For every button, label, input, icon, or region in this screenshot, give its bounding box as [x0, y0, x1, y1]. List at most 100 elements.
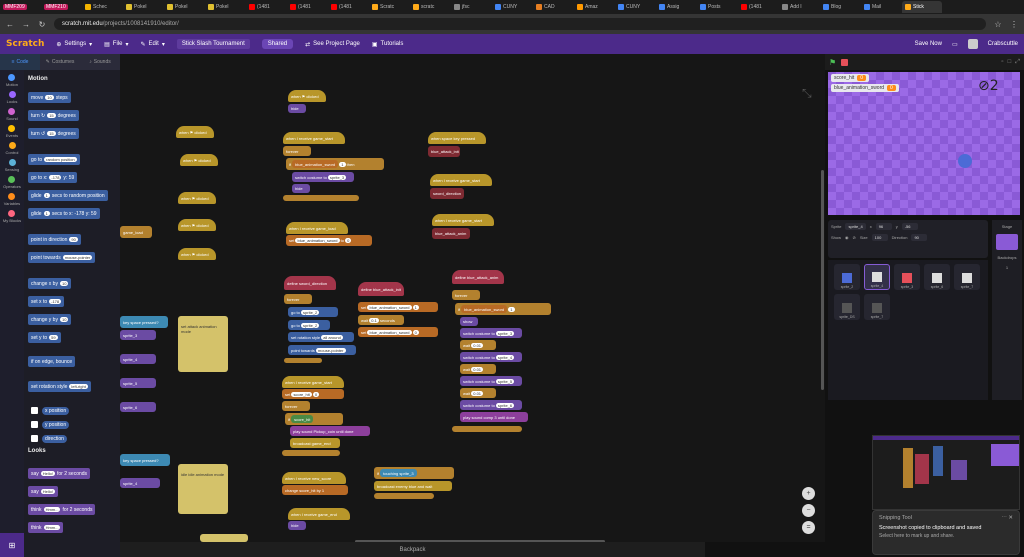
script-block[interactable]: switch costume to sprite_5 — [460, 376, 522, 386]
script-block[interactable]: hide — [288, 104, 306, 113]
tutorials-button[interactable]: ▣ Tutorials — [372, 41, 403, 48]
script-block[interactable] — [283, 195, 359, 201]
script-block[interactable]: switch costume to sprite_4 — [460, 352, 522, 362]
script-block[interactable]: set rotation style all around — [288, 332, 354, 342]
sprite-tile[interactable]: sprite_6 — [924, 264, 950, 290]
script-block[interactable]: when space key pressed — [428, 132, 486, 144]
palette-looks-block[interactable]: think Hmm... for 2 seconds — [28, 504, 96, 515]
sprite-name-input[interactable]: sprite_4 — [845, 223, 866, 230]
sprite-tile[interactable]: sprite_2 — [834, 264, 860, 290]
wait-input[interactable]: 0.1 — [369, 317, 379, 323]
value-input[interactable]: 1 — [412, 304, 419, 310]
touching-reporter[interactable]: touching sprite_3 — [380, 469, 417, 477]
script-block[interactable]: define sword_direction — [284, 276, 336, 290]
script-block[interactable]: switch costume to sprite_6 — [460, 400, 522, 410]
stage-sprite-ball[interactable] — [958, 154, 972, 168]
script-block[interactable]: switch costume to sprite_3 — [460, 328, 522, 338]
palette-motion-block[interactable]: set x to -178 — [28, 296, 65, 307]
block-input[interactable]: 59 — [49, 335, 58, 340]
towards-dropdown[interactable]: mouse-pointer — [315, 347, 346, 353]
browser-tab[interactable]: jfsc — [451, 1, 491, 13]
wait-input[interactable]: 0.01 — [471, 390, 484, 396]
sprite-tile[interactable]: sprite_7 — [954, 264, 980, 290]
operator-reporter[interactable]: score_hit — [291, 415, 314, 423]
target-dropdown[interactable]: sprite_2 — [301, 322, 320, 328]
palette-motion-block[interactable]: turn ↻ 15 degrees — [28, 110, 79, 121]
script-block[interactable]: go to sprite_2 — [288, 320, 330, 330]
block-input[interactable]: 1 — [43, 193, 50, 198]
costume-dropdown[interactable]: sprite_5 — [495, 378, 515, 384]
reporter-block[interactable]: x position — [42, 406, 70, 415]
comment-note[interactable] — [200, 534, 248, 542]
browser-tab[interactable]: Stick — [902, 1, 942, 13]
palette-looks-block[interactable]: say Hello! — [28, 486, 59, 497]
palette-motion-block[interactable]: glide 1 secs to random position — [28, 190, 108, 201]
palette-motion-block[interactable]: glide 1 secs to x: -178 y: 59 — [28, 208, 100, 219]
script-block[interactable]: blue_attack_anim — [432, 228, 470, 239]
block-input[interactable]: 15 — [47, 113, 56, 118]
direction-input[interactable]: 90 — [911, 234, 928, 241]
scratch-logo[interactable]: Scratch — [6, 39, 44, 49]
stop-icon[interactable] — [841, 58, 849, 66]
block-input[interactable]: -178 — [49, 175, 62, 180]
large-stage-icon[interactable]: □ — [1008, 59, 1012, 66]
script-block[interactable]: define blue_attack_init — [358, 282, 404, 296]
show-hidden-icon[interactable]: ⊘ — [853, 235, 856, 240]
script-block[interactable]: change score_hit by 1 — [282, 485, 348, 495]
script-block[interactable]: set blue_animation_sword 1 — [358, 302, 438, 312]
y-input[interactable]: -56 — [901, 223, 918, 230]
palette-motion-block[interactable]: go to x: -178 y: 59 — [28, 172, 78, 183]
script-block[interactable]: if score_hit — [285, 413, 343, 425]
browser-tab[interactable]: Schec — [82, 1, 122, 13]
block-input[interactable]: Hmm... — [43, 507, 61, 512]
zoom-out-icon[interactable]: − — [802, 504, 815, 517]
palette-motion-block[interactable]: set rotation style left-right — [28, 381, 91, 392]
vertical-scrollbar[interactable] — [821, 170, 824, 390]
script-block[interactable]: when ⚑ clicked — [178, 192, 216, 204]
script-block[interactable]: go to sprite_2 — [288, 307, 338, 317]
browser-tab[interactable]: Pokel — [205, 1, 245, 13]
folder-icon[interactable]: ▭ — [952, 41, 958, 48]
palette-motion-block[interactable]: point towards mouse-pointer — [28, 252, 96, 263]
var-dropdown[interactable]: blue_animation_sword — [295, 238, 340, 243]
green-flag-icon[interactable]: ⚑ — [829, 58, 836, 67]
value-input[interactable]: 0 — [312, 391, 320, 397]
palette-motion-block[interactable]: move 10 steps — [28, 92, 71, 103]
script-block[interactable]: forever — [283, 146, 311, 156]
browser-tab[interactable]: (1481 — [287, 1, 327, 13]
block-input[interactable]: Hello! — [40, 471, 56, 476]
save-now-button[interactable]: Save Now — [915, 41, 942, 47]
browser-tab[interactable]: scratc — [410, 1, 450, 13]
script-block[interactable] — [374, 493, 434, 499]
browser-tab[interactable]: Pokel — [164, 1, 204, 13]
category-motion[interactable]: Motion — [6, 74, 18, 87]
tab-costumes[interactable]: ✎ Costumes — [40, 54, 80, 70]
browser-tab[interactable]: CAD — [533, 1, 573, 13]
category-events[interactable]: Events — [6, 125, 18, 138]
browser-tab[interactable]: Add I — [779, 1, 819, 13]
var-reporter[interactable]: blue_animation_sword — [461, 305, 508, 313]
script-block[interactable]: sword_direction — [430, 188, 464, 199]
x-input[interactable]: 96 — [875, 223, 892, 230]
script-block[interactable]: wait 0.1 seconds — [358, 315, 404, 325]
script-block[interactable]: play sound comp 3 until done — [460, 412, 528, 422]
block-input[interactable]: 1 — [43, 211, 50, 216]
settings-menu[interactable]: ⊕ Settings ▾ — [56, 41, 92, 48]
category-sound[interactable]: Sound — [6, 108, 18, 121]
costume-dropdown[interactable]: sprite_3 — [495, 330, 515, 336]
size-input[interactable]: 100 — [871, 234, 888, 241]
stage-thumbnail[interactable] — [996, 234, 1018, 250]
browser-tab[interactable]: Pokel — [123, 1, 163, 13]
script-block[interactable]: if blue_animation_sword 1 — [455, 303, 551, 315]
script-block[interactable]: when I receive game_load — [286, 222, 348, 234]
target-dropdown[interactable]: sprite_2 — [301, 309, 320, 315]
block-input[interactable]: 90 — [69, 237, 78, 242]
block-input[interactable]: random position — [44, 157, 77, 162]
category-looks[interactable]: Looks — [7, 91, 17, 104]
script-block[interactable]: switch costume to sprite_3 — [292, 172, 354, 182]
script-block[interactable]: when I receive game_start — [432, 214, 494, 226]
script-block[interactable] — [282, 450, 340, 456]
fullscreen-icon[interactable]: ⤢ — [1015, 59, 1020, 66]
number-input[interactable]: 1 — [339, 161, 346, 167]
code-area[interactable]: when ⚑ clicked when ⚑ clicked when ⚑ cli… — [120, 54, 825, 542]
